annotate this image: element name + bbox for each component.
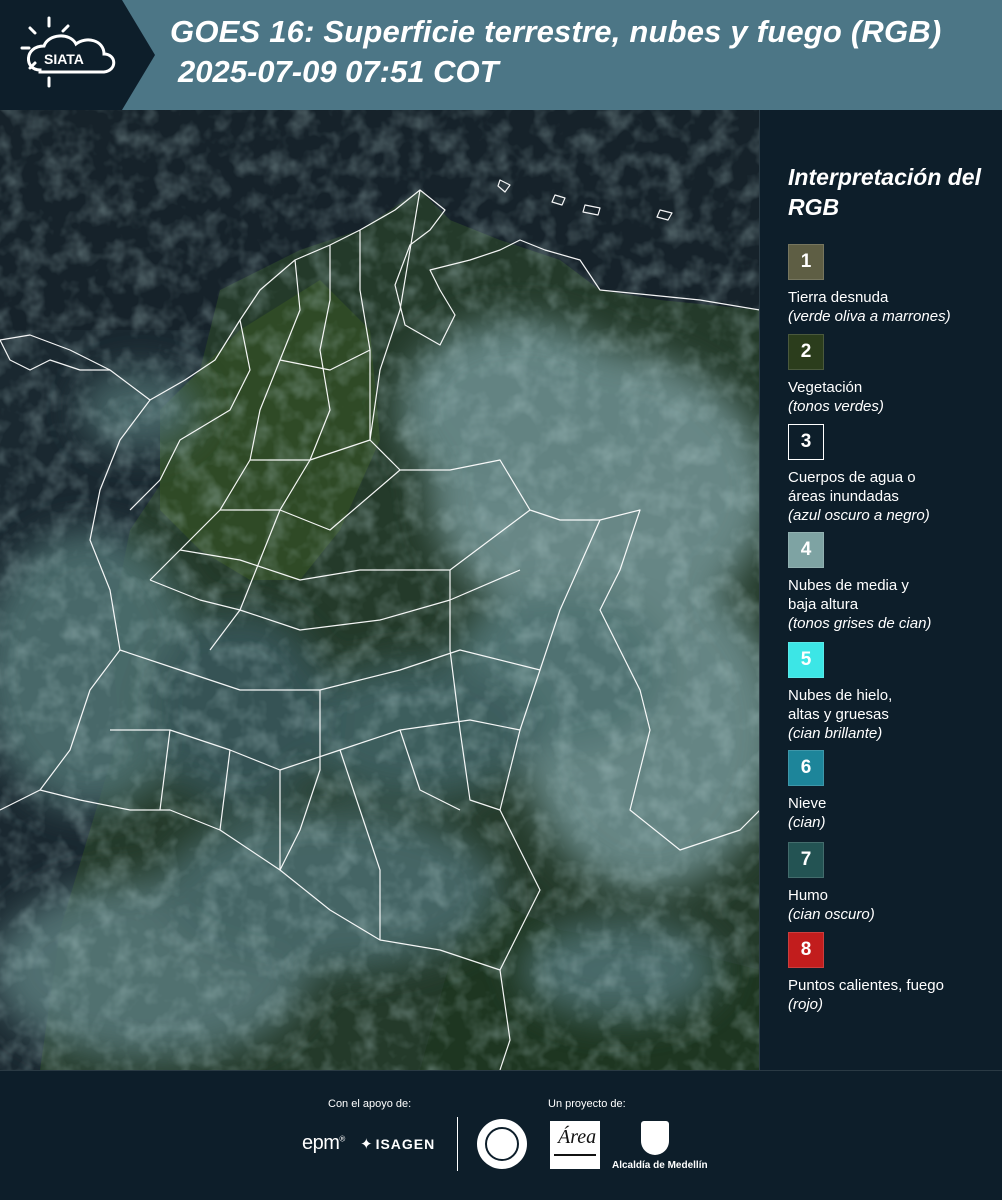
legend-label: Puntos calientes, fuego	[788, 977, 944, 994]
legend-item-water: 3 Cuerpos de agua o áreas inundadas (azu…	[788, 424, 998, 525]
legend-label: Humo	[788, 887, 829, 904]
legend-swatch-7: 7	[788, 842, 824, 878]
siata-logo: SIATA	[0, 0, 160, 110]
legend-note: (tonos grises de cian)	[788, 615, 932, 632]
isagen-star-icon: ✦	[360, 1136, 374, 1153]
legend-swatch-2: 2	[788, 334, 824, 370]
legend-note: (rojo)	[788, 996, 824, 1013]
alcaldia-label: Alcaldía de Medellín	[612, 1160, 708, 1171]
legend-number: 4	[800, 539, 812, 560]
legend-note: (verde oliva a marrones)	[788, 308, 951, 325]
project-label: Un proyecto de:	[548, 1098, 626, 1110]
legend-item-vegetation: 2 Vegetación (tonos verdes)	[788, 334, 998, 416]
legend-number: 2	[800, 341, 812, 362]
legend-swatch-8: 8	[788, 932, 824, 968]
isagen-logo: ✦ ISAGEN	[360, 1135, 435, 1153]
legend-panel: Interpretación del RGB 1 Tierra desnuda …	[768, 110, 1002, 1070]
legend-swatch-6: 6	[788, 750, 824, 786]
isagen-logo-text: ISAGEN	[375, 1136, 436, 1152]
legend-label: Nieve	[788, 795, 827, 812]
legend-note: (cian oscuro)	[788, 906, 875, 923]
alcaldia-shield-icon	[641, 1121, 669, 1155]
page-title: GOES 16: Superficie terrestre, nubes y f…	[170, 14, 942, 49]
legend-swatch-1: 1	[788, 244, 824, 280]
footer-divider	[457, 1117, 458, 1171]
legend-item-smoke: 7 Humo (cian oscuro)	[788, 842, 998, 924]
page: SIATA GOES 16: Superficie terrestre, nub…	[0, 0, 1002, 1200]
legend-note: (cian)	[788, 814, 826, 831]
legend-label: Nubes de media y baja altura	[788, 577, 909, 613]
epm-logo: epm®	[302, 1132, 345, 1154]
timestamp: 2025-07-09 07:51 COT	[178, 54, 499, 89]
legend-number: 6	[800, 757, 812, 778]
siata-logo-text: SIATA	[44, 51, 84, 67]
legend-item-low-clouds: 4 Nubes de media y baja altura (tonos gr…	[788, 532, 998, 633]
legend-swatch-5: 5	[788, 642, 824, 678]
amva-logo: Área	[550, 1121, 600, 1169]
legend-item-fire: 8 Puntos calientes, fuego (rojo)	[788, 932, 998, 1014]
legend-item-ice-clouds: 5 Nubes de hielo, altas y gruesas (cian …	[788, 642, 998, 743]
legend-item-bare-soil: 1 Tierra desnuda (verde oliva a marrones…	[788, 244, 998, 326]
legend-note: (tonos verdes)	[788, 398, 884, 415]
legend-item-snow: 6 Nieve (cian)	[788, 750, 998, 832]
legend-label: Nubes de hielo, altas y gruesas	[788, 687, 893, 723]
legend-number: 8	[800, 939, 812, 960]
medellin-seal-logo	[477, 1119, 527, 1169]
header-bar: SIATA GOES 16: Superficie terrestre, nub…	[0, 0, 1002, 110]
legend-title: Interpretación del RGB	[788, 164, 981, 220]
legend-number: 3	[800, 431, 812, 452]
amva-logo-mark: Área	[558, 1126, 597, 1148]
legend-label: Tierra desnuda	[788, 289, 889, 306]
legend-label: Vegetación	[788, 379, 863, 396]
legend-label: Cuerpos de agua o áreas inundadas	[788, 469, 916, 505]
legend-number: 5	[800, 649, 812, 670]
footer: Con el apoyo de: Un proyecto de: epm® ✦ I…	[0, 1070, 1002, 1200]
legend-note: (azul oscuro a negro)	[788, 507, 930, 524]
legend-number: 7	[800, 849, 812, 870]
legend-swatch-4: 4	[788, 532, 824, 568]
epm-logo-text: epm	[302, 1132, 340, 1154]
support-label: Con el apoyo de:	[328, 1098, 412, 1110]
satellite-map	[0, 110, 760, 1070]
legend-note: (cian brillante)	[788, 725, 883, 742]
legend-swatch-3: 3	[788, 424, 824, 460]
legend-number: 1	[800, 251, 812, 272]
